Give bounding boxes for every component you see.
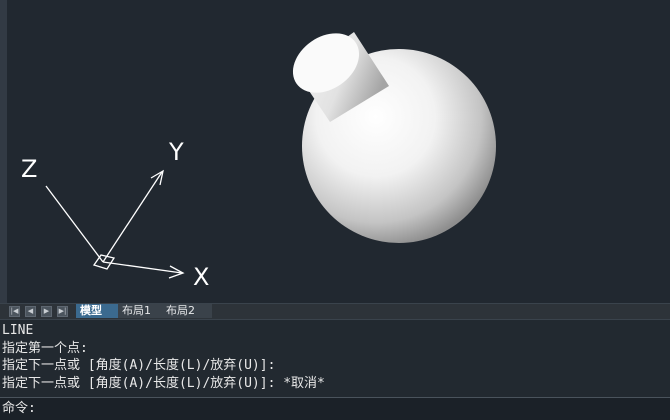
first-icon[interactable]: |◀ [9, 306, 20, 317]
prev-icon[interactable]: ◀ [25, 306, 36, 317]
tab-layout2[interactable]: 布局2 [162, 304, 212, 318]
command-history-line: 指定第一个点: [2, 341, 88, 356]
last-icon[interactable]: ▶| [57, 306, 68, 317]
x-axis-label: X [193, 263, 210, 291]
y-axis-line [102, 171, 163, 263]
ucs-icon [45, 169, 185, 279]
command-history: LINE 指定第一个点: 指定下一点或 [角度(A)/长度(L)/放弃(U)]:… [0, 319, 670, 398]
next-icon[interactable]: ▶ [41, 306, 52, 317]
y-axis-label: Y [169, 138, 184, 166]
tab-layout1[interactable]: 布局1 [118, 304, 166, 318]
x-axis-line [102, 261, 183, 274]
command-history-line: 指定下一点或 [角度(A)/长度(L)/放弃(U)]: *取消* [2, 376, 325, 391]
z-axis-line [45, 185, 104, 263]
layout-tab-bar: |◀ ◀ ▶ ▶| 模型 布局1 布局2 [0, 303, 670, 319]
command-line-input[interactable]: 命令: [0, 397, 670, 420]
drawing-viewport[interactable]: Z Y X [0, 0, 670, 303]
command-prompt: 命令: [2, 401, 36, 416]
tab-model[interactable]: 模型 [76, 304, 122, 318]
command-history-line: LINE [2, 323, 34, 338]
command-history-line: 指定下一点或 [角度(A)/长度(L)/放弃(U)]: [2, 358, 276, 373]
z-axis-label: Z [21, 155, 38, 183]
